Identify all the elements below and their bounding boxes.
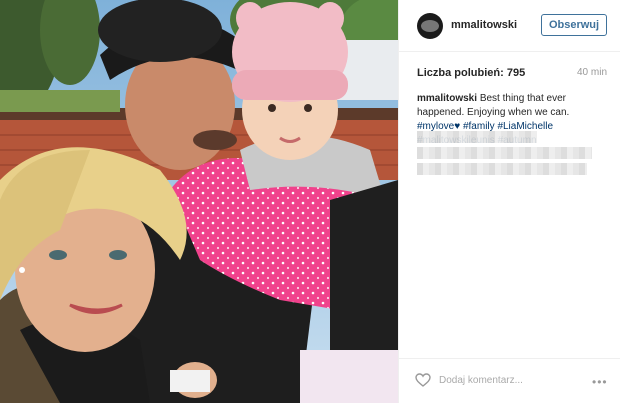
more-options-icon[interactable]: ••• xyxy=(592,375,608,389)
caption-username[interactable]: mmalitowski xyxy=(417,93,477,104)
avatar-image xyxy=(421,20,439,32)
family-selfie-image xyxy=(0,0,398,403)
post-sidebar: mmalitowski Obserwuj Liczba polubień: 79… xyxy=(398,0,620,403)
follow-button[interactable]: Obserwuj xyxy=(541,14,607,36)
avatar[interactable] xyxy=(417,13,443,39)
blurred-comment xyxy=(417,163,587,175)
add-comment-input[interactable]: Dodaj komentarz... xyxy=(439,375,523,386)
post-header: mmalitowski Obserwuj xyxy=(399,0,620,52)
likes-count[interactable]: Liczba polubień: 795 xyxy=(417,67,525,79)
post-footer: Dodaj komentarz... ••• xyxy=(399,358,620,403)
heart-outline-icon[interactable] xyxy=(415,373,431,392)
username-link[interactable]: mmalitowski xyxy=(451,19,517,31)
blurred-comment xyxy=(417,147,592,159)
post-time[interactable]: 40 min xyxy=(577,67,607,78)
post-photo[interactable] xyxy=(0,0,398,403)
blurred-comment xyxy=(417,131,537,143)
